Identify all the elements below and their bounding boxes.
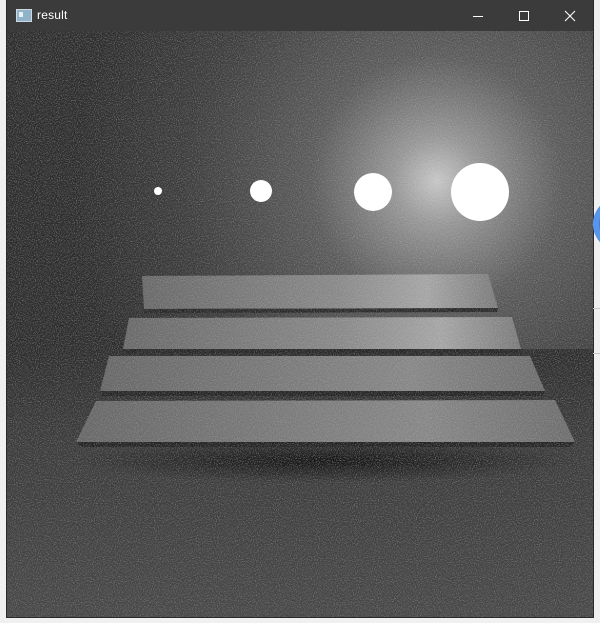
light-sphere-1 bbox=[154, 187, 162, 195]
minimize-button[interactable] bbox=[455, 0, 501, 31]
maximize-button[interactable] bbox=[501, 0, 547, 31]
close-icon bbox=[564, 10, 576, 21]
light-sphere-2 bbox=[250, 180, 272, 202]
minimize-icon bbox=[473, 15, 483, 17]
plate-4 bbox=[76, 400, 575, 442]
close-button[interactable] bbox=[547, 0, 593, 31]
light-sphere-3 bbox=[354, 173, 392, 211]
maximize-icon bbox=[519, 10, 529, 21]
plate-1 bbox=[142, 274, 498, 309]
window-title: result bbox=[37, 8, 68, 22]
result-window: result bbox=[7, 0, 593, 617]
title-bar[interactable]: result bbox=[7, 0, 593, 31]
background-divider bbox=[593, 308, 600, 309]
plate-3 bbox=[100, 356, 545, 391]
rendered-scene bbox=[7, 31, 593, 617]
background-app-blue-shape bbox=[593, 197, 600, 251]
render-canvas[interactable] bbox=[7, 31, 593, 617]
background-divider bbox=[593, 353, 600, 354]
plate-2 bbox=[123, 317, 521, 349]
light-sphere-4 bbox=[451, 163, 509, 221]
app-icon bbox=[16, 9, 32, 22]
